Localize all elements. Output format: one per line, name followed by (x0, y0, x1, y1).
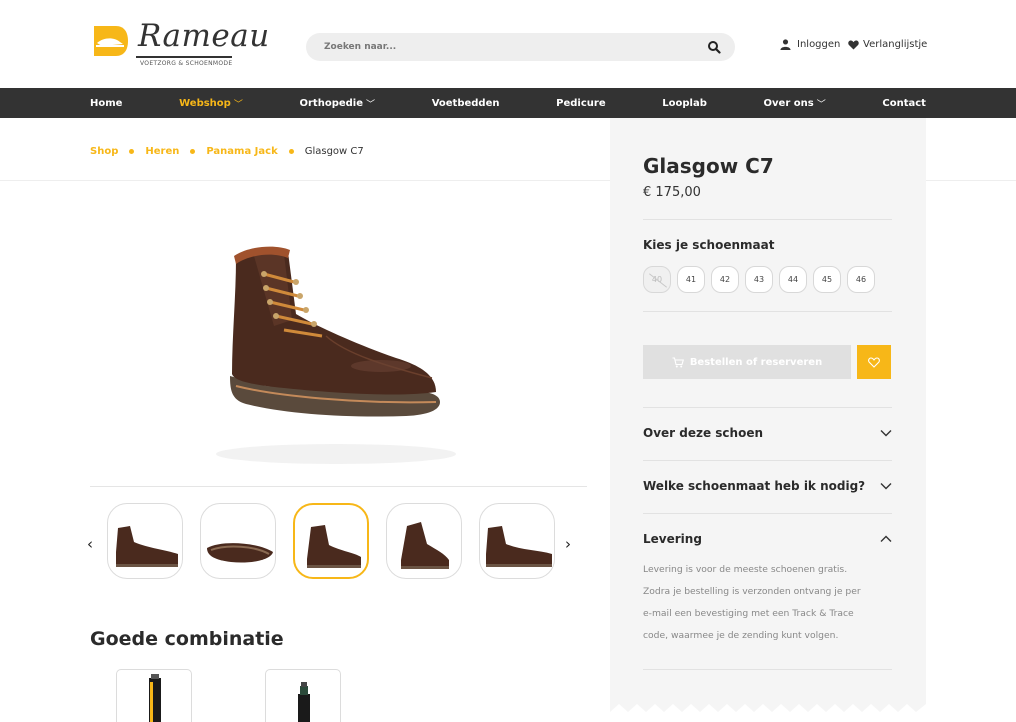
nav-item-looplab[interactable]: Looplab (662, 98, 707, 109)
divider (926, 180, 1016, 181)
order-button[interactable]: Bestellen of reserveren (643, 345, 851, 379)
chevron-up-icon (880, 535, 892, 542)
thumbnail-4[interactable] (386, 503, 462, 579)
add-to-wishlist-button[interactable] (857, 345, 891, 379)
chevron-down-icon (880, 483, 892, 490)
accordion-title: Welke schoenmaat heb ik nodig? (643, 479, 866, 493)
nav-item-voetbedden[interactable]: Voetbedden (432, 98, 500, 109)
site-header: Rameau VOETZORG & SCHOENMODE Inloggen Ve… (0, 0, 1016, 88)
logo[interactable]: Rameau VOETZORG & SCHOENMODE (90, 18, 269, 72)
wishlist-link[interactable]: Verlanglijstje (848, 39, 927, 50)
thumbnail-5[interactable] (479, 503, 555, 579)
product-price: € 175,00 (643, 185, 701, 200)
thumbnail-1[interactable] (107, 503, 183, 579)
nav-item-contact[interactable]: Contact (882, 98, 926, 109)
accordion-over-deze-schoen[interactable]: Over deze schoen (643, 426, 892, 440)
size-option-45[interactable]: 45 (813, 266, 841, 293)
thumbnail-2[interactable] (200, 503, 276, 579)
user-icon (780, 39, 791, 50)
panel-zigzag-edge (610, 704, 926, 722)
breadcrumb-separator (288, 149, 294, 154)
search-input[interactable] (324, 33, 694, 61)
heart-outline-icon (868, 356, 880, 368)
size-option-46[interactable]: 46 (847, 266, 875, 293)
thumbnail-3[interactable] (293, 503, 369, 579)
product-spray-image (298, 682, 310, 722)
accordion-levering[interactable]: Levering (643, 532, 892, 546)
logo-underline (136, 56, 232, 58)
levering-line: code, waarmee je de zending kunt volgen. (643, 630, 839, 641)
nav-item-over-ons[interactable]: Over ons ﹀ (764, 97, 826, 110)
divider (643, 460, 892, 461)
chevron-right-icon[interactable]: › (565, 535, 571, 553)
chevron-down-icon (880, 430, 892, 437)
combo-product-1[interactable] (116, 669, 192, 722)
nav-item-orthopedie[interactable]: Orthopedie ﹀ (300, 97, 376, 110)
size-option-42[interactable]: 42 (711, 266, 739, 293)
accordion-schoenmaat[interactable]: Welke schoenmaat heb ik nodig? (643, 479, 892, 493)
accordion-title: Levering (643, 532, 702, 546)
divider (643, 513, 892, 514)
breadcrumb-separator (129, 149, 135, 154)
divider (643, 311, 892, 312)
levering-line: e-mail een bevestiging met een Track & T… (643, 608, 854, 619)
chevron-down-icon: ﹀ (233, 99, 243, 110)
product-main-image[interactable] (196, 226, 480, 470)
search-icon[interactable] (707, 40, 721, 54)
size-option-41[interactable]: 41 (677, 266, 705, 293)
combo-section-title: Goede combinatie (90, 628, 284, 650)
divider (643, 407, 892, 408)
levering-line: Zodra je bestelling is verzonden ontvang… (643, 586, 861, 597)
logo-tagline: VOETZORG & SCHOENMODE (140, 60, 233, 67)
product-can-image (149, 674, 161, 722)
cart-icon (672, 356, 684, 367)
breadcrumb: Shop Heren Panama Jack Glasgow C7 (90, 146, 364, 157)
wishlist-label: Verlanglijstje (863, 39, 928, 50)
divider (643, 219, 892, 220)
size-selector: 40 41 42 43 44 45 46 (643, 266, 875, 293)
size-option-44[interactable]: 44 (779, 266, 807, 293)
logo-mark-icon (94, 26, 128, 56)
chevron-left-icon[interactable]: ‹ (87, 535, 93, 553)
nav-item-pedicure[interactable]: Pedicure (556, 98, 605, 109)
combo-product-2[interactable] (265, 669, 341, 722)
breadcrumb-link-panama-jack[interactable]: Panama Jack (206, 146, 277, 157)
accordion-title: Over deze schoen (643, 426, 764, 440)
breadcrumb-separator (190, 149, 196, 154)
divider (90, 486, 587, 487)
product-panel: Glasgow C7 € 175,00 Kies je schoenmaat 4… (610, 118, 926, 722)
nav-item-webshop[interactable]: Webshop ﹀ (179, 97, 243, 110)
order-button-label: Bestellen of reserveren (689, 356, 823, 368)
heart-icon (848, 39, 859, 50)
size-label: Kies je schoenmaat (643, 238, 775, 252)
chevron-down-icon: ﹀ (816, 99, 826, 110)
levering-text: Levering is voor de meeste schoenen grat… (643, 559, 895, 647)
search-bar (306, 33, 735, 61)
logo-wordmark: Rameau (138, 18, 270, 54)
breadcrumb-link-heren[interactable]: Heren (145, 146, 179, 157)
login-link[interactable]: Inloggen (780, 39, 840, 50)
main-nav: Home Webshop ﹀ Orthopedie ﹀ Voetbedden Ped… (0, 88, 1016, 118)
size-option-43[interactable]: 43 (745, 266, 773, 293)
product-title: Glasgow C7 (643, 154, 774, 178)
breadcrumb-link-shop[interactable]: Shop (90, 146, 118, 157)
divider (643, 669, 892, 670)
nav-item-home[interactable]: Home (90, 98, 122, 109)
login-label: Inloggen (797, 39, 841, 50)
size-option-40: 40 (643, 266, 671, 293)
thumbnail-strip (107, 503, 555, 579)
chevron-down-icon: ﹀ (366, 99, 376, 110)
divider (0, 180, 610, 181)
levering-line: Levering is voor de meeste schoenen grat… (643, 564, 848, 575)
breadcrumb-current: Glasgow C7 (304, 146, 364, 157)
